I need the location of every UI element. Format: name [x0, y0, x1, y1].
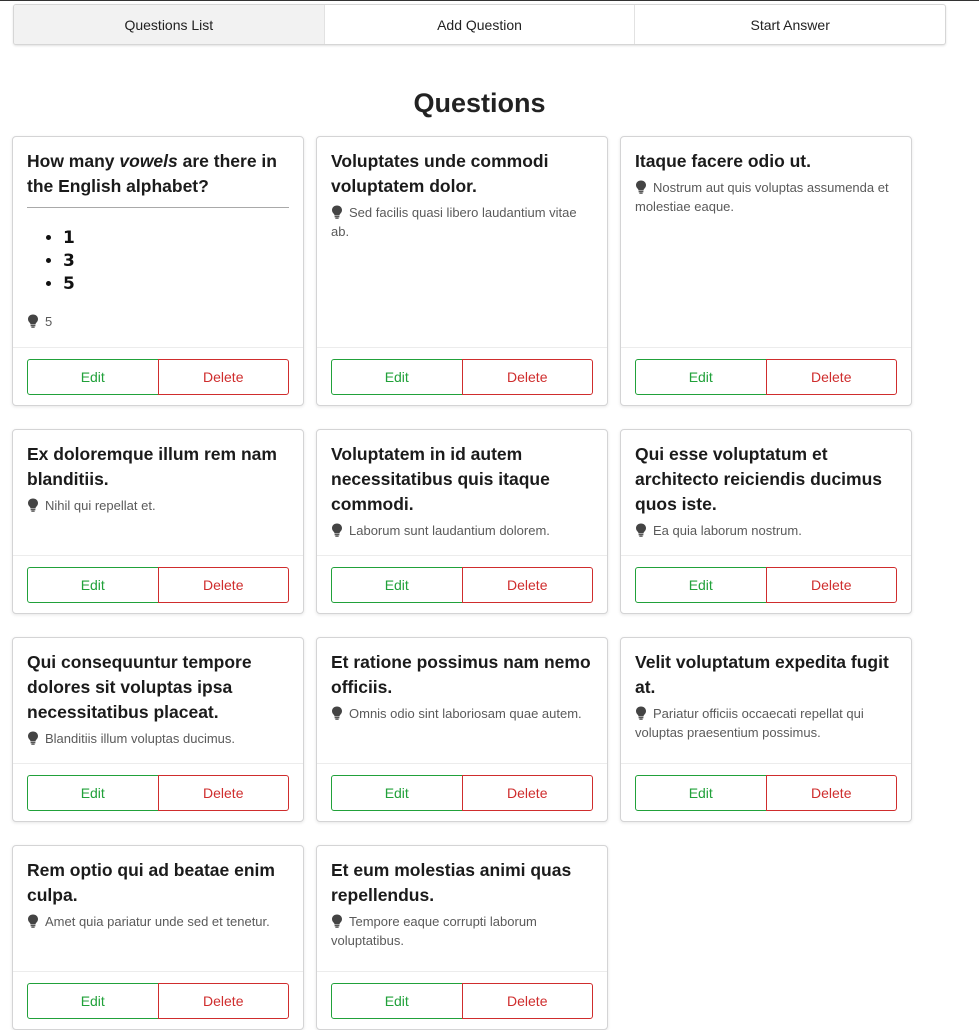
question-hint: Pariatur officiis occaecati repellat qui…: [635, 706, 864, 740]
question-title: Itaque facere odio ut.: [635, 151, 811, 171]
question-title: Rem optio qui ad beatae enim culpa.: [27, 860, 275, 905]
question-hint: Nostrum aut quis voluptas assumenda et m…: [635, 180, 889, 214]
question-card: Velit voluptatum expedita fugit at. Pari…: [620, 637, 912, 822]
questions-grid: How many vowels are there in the English…: [12, 136, 912, 1030]
delete-button[interactable]: Delete: [461, 775, 593, 811]
edit-button[interactable]: Edit: [27, 359, 159, 395]
lightbulb-icon: [331, 205, 343, 219]
edit-button[interactable]: Edit: [331, 359, 463, 395]
edit-button[interactable]: Edit: [27, 775, 159, 811]
question-card: Et eum molestias animi quas repellendus.…: [316, 845, 608, 1030]
answer-option: 5: [63, 273, 289, 296]
top-menu: Questions List Add Question Start Answer: [13, 4, 946, 45]
question-card: Rem optio qui ad beatae enim culpa. Amet…: [12, 845, 304, 1030]
delete-button[interactable]: Delete: [461, 359, 593, 395]
question-hint: Amet quia pariatur unde sed et tenetur.: [27, 912, 289, 943]
delete-button[interactable]: Delete: [765, 775, 897, 811]
question-card: Voluptates unde commodi voluptatem dolor…: [316, 136, 608, 406]
question-title: Qui consequuntur tempore dolores sit vol…: [27, 652, 252, 722]
page-title: Questions: [413, 88, 546, 118]
nav-questions-list[interactable]: Questions List: [14, 5, 325, 44]
question-card: Qui esse voluptatum et architecto reicie…: [620, 429, 912, 614]
question-hint: Tempore eaque corrupti laborum voluptati…: [331, 914, 537, 948]
delete-button[interactable]: Delete: [157, 359, 289, 395]
question-title: Voluptates unde commodi voluptatem dolor…: [331, 151, 549, 196]
answer-option: 1: [63, 227, 289, 250]
question-title: Voluptatem in id autem necessitatibus qu…: [331, 444, 550, 514]
question-title: Velit voluptatum expedita fugit at.: [635, 652, 889, 697]
question-card: Voluptatem in id autem necessitatibus qu…: [316, 429, 608, 614]
question-title: Et ratione possimus nam nemo officiis.: [331, 652, 591, 697]
question-card: Itaque facere odio ut. Nostrum aut quis …: [620, 136, 912, 406]
lightbulb-icon: [27, 914, 39, 928]
window-top-border: [0, 0, 979, 3]
question-title: Qui esse voluptatum et architecto reicie…: [635, 444, 883, 514]
lightbulb-icon: [27, 498, 39, 512]
delete-button[interactable]: Delete: [765, 567, 897, 603]
edit-button[interactable]: Edit: [331, 567, 463, 603]
question-hint: Blanditiis illum voluptas ducimus.: [27, 729, 289, 760]
question-hint: Nihil qui repellat et.: [27, 496, 289, 527]
question-hint: Laborum sunt laudantium dolorem.: [331, 521, 593, 552]
edit-button[interactable]: Edit: [331, 983, 463, 1019]
question-hint: 5: [27, 312, 289, 343]
question-card: Ex doloremque illum rem nam blanditiis. …: [12, 429, 304, 614]
edit-button[interactable]: Edit: [331, 775, 463, 811]
question-title: How many vowels are there in the English…: [27, 151, 277, 196]
question-hint: Ea quia laborum nostrum.: [635, 521, 897, 552]
lightbulb-icon: [331, 914, 343, 928]
edit-button[interactable]: Edit: [635, 359, 767, 395]
question-card: Et ratione possimus nam nemo officiis. O…: [316, 637, 608, 822]
edit-button[interactable]: Edit: [27, 567, 159, 603]
lightbulb-icon: [27, 731, 39, 745]
edit-button[interactable]: Edit: [635, 567, 767, 603]
delete-button[interactable]: Delete: [765, 359, 897, 395]
lightbulb-icon: [635, 706, 647, 720]
question-title: Et eum molestias animi quas repellendus.: [331, 860, 572, 905]
lightbulb-icon: [331, 706, 343, 720]
lightbulb-icon: [635, 523, 647, 537]
edit-button[interactable]: Edit: [635, 775, 767, 811]
delete-button[interactable]: Delete: [157, 983, 289, 1019]
question-title: Ex doloremque illum rem nam blanditiis.: [27, 444, 277, 489]
nav-start-answer[interactable]: Start Answer: [635, 5, 945, 44]
lightbulb-icon: [331, 523, 343, 537]
nav-add-question[interactable]: Add Question: [325, 5, 636, 44]
answer-option: 3: [63, 250, 289, 273]
answer-options-list: 1 3 5: [27, 227, 289, 296]
question-card: How many vowels are there in the English…: [12, 136, 304, 406]
question-card: Qui consequuntur tempore dolores sit vol…: [12, 637, 304, 822]
delete-button[interactable]: Delete: [157, 775, 289, 811]
lightbulb-icon: [635, 180, 647, 194]
delete-button[interactable]: Delete: [157, 567, 289, 603]
delete-button[interactable]: Delete: [461, 567, 593, 603]
divider: [27, 207, 289, 208]
question-hint: Omnis odio sint laboriosam quae autem.: [331, 704, 593, 735]
question-hint: Sed facilis quasi libero laudantium vita…: [331, 205, 577, 239]
delete-button[interactable]: Delete: [461, 983, 593, 1019]
edit-button[interactable]: Edit: [27, 983, 159, 1019]
lightbulb-icon: [27, 314, 39, 328]
